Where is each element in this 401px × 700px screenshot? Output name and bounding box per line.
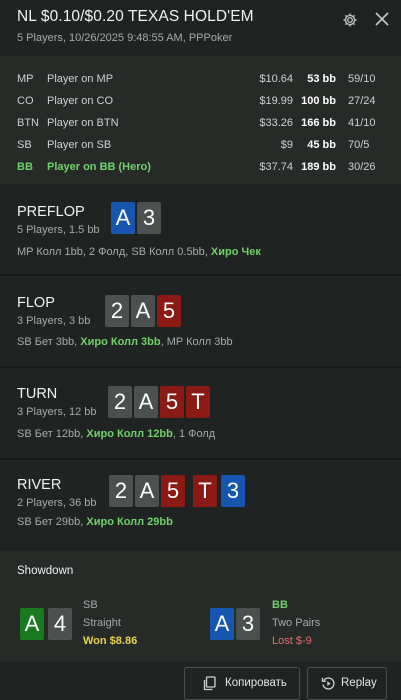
action-text: MP Колл 1bb, 2 Фолд, SB Колл 0.5bb, [17, 246, 211, 258]
player-position: MP [17, 73, 34, 85]
player-position: SB [17, 139, 32, 151]
copy-icon [203, 676, 216, 691]
card: 5 [161, 475, 185, 507]
player-stack: $37.74 [259, 161, 293, 173]
action-text: SB Бет 3bb, [17, 336, 81, 348]
card: 2 [105, 295, 129, 327]
player-stack-bb: 45 bb [307, 139, 336, 151]
replay-button[interactable]: Replay [307, 667, 387, 700]
card: A [210, 608, 234, 640]
card: 3 [236, 608, 260, 640]
player-stats: 27/24 [348, 95, 376, 107]
card: 3 [221, 475, 245, 507]
card: A [111, 202, 135, 234]
player-row: MP Player on MP $10.64 53 bb 59/10 [0, 69, 401, 91]
player-row: CO Player on CO $19.99 100 bb 27/24 [0, 91, 401, 113]
showdown-position: BB [272, 599, 288, 611]
street-name: TURN [17, 386, 58, 402]
action-text: , MP Колл 3bb [160, 336, 233, 348]
hand-title: NL $0.10/$0.20 TEXAS HOLD'EM [17, 8, 254, 25]
copy-button[interactable]: Копировать [184, 667, 300, 700]
player-stack: $33.26 [259, 117, 293, 129]
header: NL $0.10/$0.20 TEXAS HOLD'EM 5 Players, … [0, 0, 401, 56]
street-river: RIVER 2 Players, 36 bb 2 A 5 T 3 SB Бет … [0, 460, 401, 551]
gear-icon[interactable] [342, 12, 358, 28]
street-info: 3 Players, 3 bb [17, 315, 91, 327]
street-flop: FLOP 3 Players, 3 bb 2 A 5 SB Бет 3bb, Х… [0, 276, 401, 366]
player-name: Player on BTN [47, 117, 119, 129]
street-actions: MP Колл 1bb, 2 Фолд, SB Колл 0.5bb, Хиро… [17, 246, 261, 258]
player-stack-bb: 189 bb [301, 161, 336, 173]
card: T [186, 386, 210, 418]
action-text: SB Бет 12bb, [17, 428, 87, 440]
card: A [131, 295, 155, 327]
hero-action: Хиро Чек [210, 246, 261, 258]
showdown-hand: Straight [83, 617, 121, 629]
street-turn: TURN 3 Players, 12 bb 2 A 5 T SB Бет 12b… [0, 368, 401, 458]
showdown-result: Won $8.86 [83, 635, 138, 647]
showdown-hand: Two Pairs [272, 617, 321, 629]
player-stack: $9 [280, 139, 293, 151]
player-stats: 41/10 [348, 117, 376, 129]
hand-subtitle: 5 Players, 10/26/2025 9:48:55 AM, PPPoke… [17, 32, 233, 44]
player-position: BTN [17, 117, 39, 129]
player-row: SB Player on SB $9 45 bb 70/5 [0, 135, 401, 157]
hero-action: Хиро Колл 12bb [86, 428, 173, 440]
action-text: , 1 Фолд [172, 428, 216, 440]
street-actions: SB Бет 29bb, Хиро Колл 29bb [17, 516, 173, 528]
street-preflop: PREFLOP 5 Players, 1.5 bb A 3 MP Колл 1b… [0, 184, 401, 274]
street-name: FLOP [17, 295, 55, 311]
player-stats: 59/10 [348, 73, 376, 85]
street-actions: SB Бет 12bb, Хиро Колл 12bb, 1 Фолд [17, 428, 215, 440]
footer: Копировать Replay [0, 661, 401, 700]
card: 5 [157, 295, 181, 327]
street-info: 2 Players, 36 bb [17, 497, 97, 509]
copy-button-label: Копировать [225, 677, 287, 689]
player-stats: 30/26 [348, 161, 376, 173]
player-name: Player on SB [47, 139, 112, 151]
card: 4 [48, 608, 72, 640]
showdown-result: Lost $-9 [272, 635, 312, 647]
hero-player-row: BB Player on BB (Hero) $37.74 189 bb 30/… [0, 157, 401, 179]
card: A [134, 386, 158, 418]
player-name: Player on BB (Hero) [47, 161, 151, 173]
street-actions: SB Бет 3bb, Хиро Колл 3bb, MP Колл 3bb [17, 336, 233, 348]
player-name: Player on CO [47, 95, 114, 107]
player-stack: $10.64 [259, 73, 293, 85]
card: 5 [160, 386, 184, 418]
card: 2 [109, 475, 133, 507]
player-stack-bb: 53 bb [307, 73, 336, 85]
player-position: CO [17, 95, 34, 107]
showdown-title: Showdown [17, 565, 74, 577]
player-stack: $19.99 [259, 95, 293, 107]
street-info: 3 Players, 12 bb [17, 406, 97, 418]
player-stats: 70/5 [348, 139, 370, 151]
card: 2 [108, 386, 132, 418]
action-text: SB Бет 29bb, [17, 516, 87, 528]
showdown-panel: Showdown A 4 SB Straight Won $8.86 A 3 B… [0, 551, 401, 661]
players-panel: MP Player on MP $10.64 53 bb 59/10 CO Pl… [0, 56, 401, 184]
player-stack-bb: 100 bb [301, 95, 336, 107]
player-stack-bb: 166 bb [301, 117, 336, 129]
card: 3 [137, 202, 161, 234]
player-position: BB [17, 161, 33, 173]
hero-action: Хиро Колл 3bb [80, 336, 161, 348]
street-info: 5 Players, 1.5 bb [17, 224, 100, 236]
replay-icon [321, 677, 335, 690]
card: T [193, 475, 217, 507]
street-name: PREFLOP [17, 204, 85, 220]
card: A [135, 475, 159, 507]
replay-button-label: Replay [341, 677, 377, 689]
street-name: RIVER [17, 477, 62, 493]
close-icon[interactable] [375, 12, 389, 26]
card: A [20, 608, 44, 640]
showdown-position: SB [83, 599, 98, 611]
player-name: Player on MP [47, 73, 114, 85]
player-row: BTN Player on BTN $33.26 166 bb 41/10 [0, 113, 401, 135]
hero-action: Хиро Колл 29bb [86, 516, 173, 528]
